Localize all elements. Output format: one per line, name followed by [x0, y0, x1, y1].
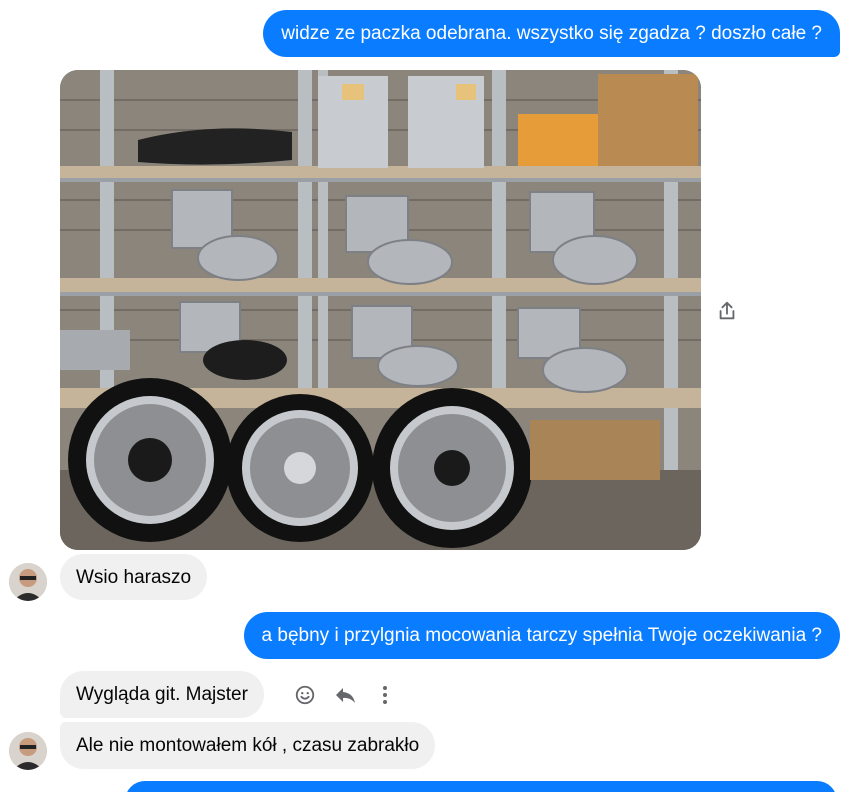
- avatar[interactable]: [9, 563, 47, 601]
- outgoing-message[interactable]: widze ze paczka odebrana. wszystko się z…: [263, 10, 840, 57]
- avatar-image: [9, 732, 47, 770]
- smiley-icon: [295, 685, 315, 705]
- incoming-message[interactable]: Ale nie montowałem kół , czasu zabrakło: [60, 722, 436, 769]
- chat-thread: widze ze paczka odebrana. wszystko się z…: [0, 0, 849, 792]
- more-button[interactable]: [371, 681, 399, 709]
- reply-button[interactable]: [331, 681, 359, 709]
- incoming-message[interactable]: Wsio haraszo: [60, 554, 208, 600]
- incoming-message[interactable]: Wygląda git. Majster: [60, 671, 264, 718]
- share-icon: [719, 301, 735, 320]
- avatar[interactable]: [9, 732, 47, 770]
- outgoing-message[interactable]: a bębny i przylgnia mocowania tarczy spe…: [243, 612, 840, 659]
- reply-icon: [336, 688, 355, 703]
- share-button[interactable]: [711, 295, 743, 327]
- avatar-image: [9, 563, 47, 601]
- react-button[interactable]: [291, 681, 319, 709]
- message-actions: [291, 681, 399, 709]
- photo-engines-wheels: [60, 70, 701, 550]
- photo-attachment[interactable]: [60, 70, 701, 550]
- more-vertical-icon: [383, 686, 387, 704]
- outgoing-message-partial[interactable]: [125, 781, 837, 792]
